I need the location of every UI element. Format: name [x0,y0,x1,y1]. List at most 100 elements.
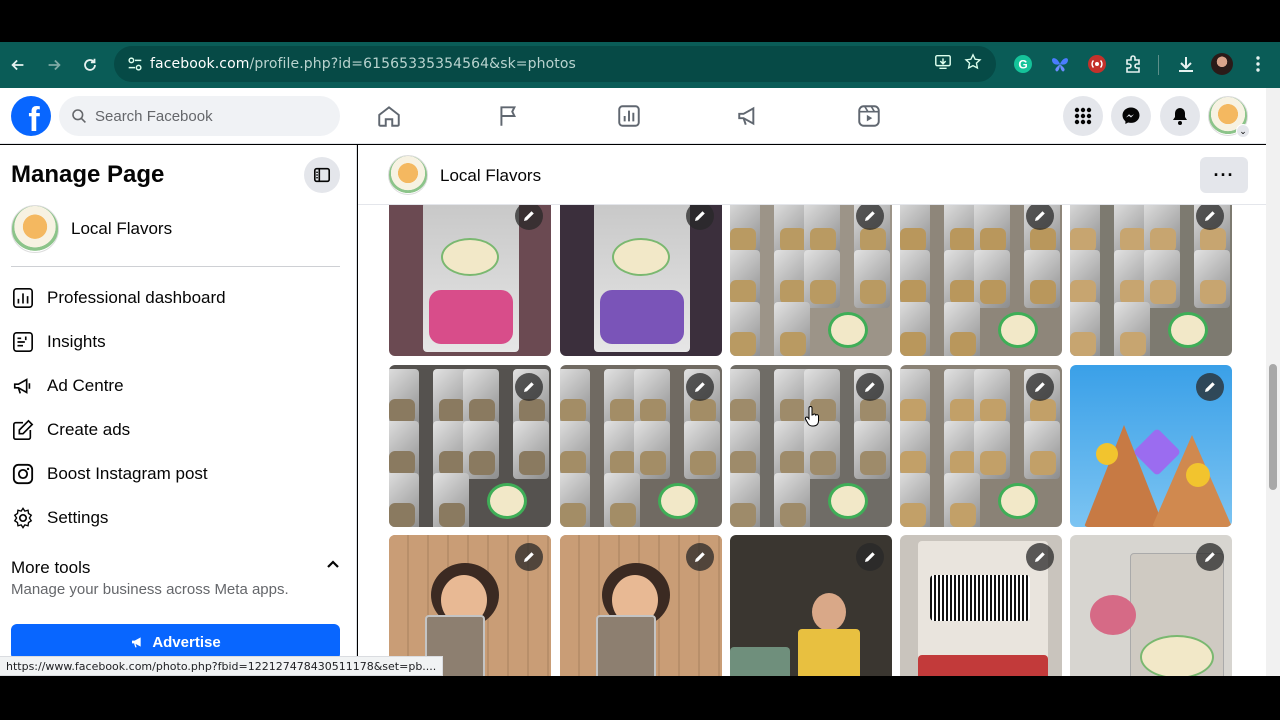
reload-button[interactable] [72,47,108,83]
sidebar-item-label: Boost Instagram post [47,464,208,483]
edit-photo-icon[interactable] [515,543,543,571]
extensions-puzzle-icon[interactable] [1119,50,1147,78]
photo-thumbnail[interactable] [1070,194,1232,356]
divider [11,266,340,267]
more-dots-icon: ··· [1213,164,1235,185]
more-tools-title: More tools [11,558,91,577]
insights-icon [11,330,35,354]
grid-icon [1074,107,1092,125]
collapse-sidebar-button[interactable] [304,157,340,193]
sidebar-item-create-ads[interactable]: Create ads [11,410,340,450]
search-input[interactable] [95,107,315,125]
profile-avatar-icon[interactable] [1208,50,1236,78]
photo-thumbnail[interactable] [560,535,722,676]
ads-megaphone-icon[interactable] [731,98,767,134]
gear-icon [11,506,35,530]
sidebar-item-settings[interactable]: Settings [11,498,340,538]
edit-photo-icon[interactable] [1196,373,1224,401]
sidebar-item-label: Professional dashboard [47,288,226,307]
sidebar-toggle-icon [313,167,331,183]
scrollbar-thumb[interactable] [1269,364,1277,490]
photo-thumbnail[interactable] [730,535,892,676]
edit-photo-icon[interactable] [1026,373,1054,401]
photo-thumbnail[interactable] [1070,365,1232,527]
page-avatar [11,205,59,253]
bookmark-star-icon[interactable] [964,52,982,76]
photo-thumbnail[interactable] [900,365,1062,527]
account-avatar[interactable]: ⌄ [1208,96,1250,138]
facebook-header: f ⌄ [0,88,1266,144]
megaphone-icon [11,374,35,398]
chrome-menu-icon[interactable] [1244,50,1272,78]
edit-photo-icon[interactable] [856,202,884,230]
chevron-up-icon[interactable] [326,558,340,577]
edit-photo-icon[interactable] [856,543,884,571]
more-tools-section[interactable]: More tools Manage your business across M… [11,558,340,598]
sidebar-item-ad-centre[interactable]: Ad Centre [11,366,340,406]
photo-thumbnail[interactable] [389,365,551,527]
pencil-square-icon [11,418,35,442]
home-nav-icon[interactable] [371,98,407,134]
photo-thumbnail[interactable] [389,535,551,676]
sidebar-page-name: Local Flavors [71,219,173,238]
photo-thumbnail[interactable] [389,194,551,356]
menu-grid-button[interactable] [1063,96,1103,136]
page-scrollbar[interactable] [1266,88,1280,676]
arrow-right-icon [48,59,61,71]
sidebar-item-insights[interactable]: Insights [11,322,340,362]
install-app-icon[interactable] [934,53,952,76]
messenger-icon [1122,107,1140,124]
address-bar[interactable]: facebook.com/profile.php?id=615653353545… [114,46,996,82]
forward-button[interactable] [36,47,72,83]
facebook-logo[interactable]: f [11,96,51,136]
svg-text:G: G [1018,58,1027,72]
photo-thumbnail[interactable] [900,194,1062,356]
sidebar-title: Manage Page [11,161,165,188]
back-button[interactable] [0,47,36,83]
dashboard-icon [11,286,35,310]
notifications-button[interactable] [1160,96,1200,136]
photo-thumbnail[interactable] [560,194,722,356]
edit-photo-icon[interactable] [686,373,714,401]
more-options-button[interactable]: ··· [1200,157,1248,193]
advertise-label: Advertise [152,633,221,651]
edit-photo-icon[interactable] [686,543,714,571]
edit-photo-icon[interactable] [515,373,543,401]
arrow-left-icon [11,59,24,71]
edit-photo-icon[interactable] [1026,202,1054,230]
butterfly-extension-icon[interactable] [1046,50,1074,78]
edit-photo-icon[interactable] [686,202,714,230]
photo-thumbnail[interactable] [560,365,722,527]
edit-photo-icon[interactable] [856,373,884,401]
grammarly-extension-icon[interactable]: G [1009,50,1037,78]
edit-photo-icon[interactable] [515,202,543,230]
browser-toolbar: facebook.com/profile.php?id=615653353545… [0,42,1280,88]
photo-thumbnail[interactable] [730,194,892,356]
photo-thumbnail[interactable] [730,365,892,527]
edit-photo-icon[interactable] [1196,543,1224,571]
edit-photo-icon[interactable] [1026,543,1054,571]
sidebar-item-boost-instagram-post[interactable]: Boost Instagram post [11,454,340,494]
reels-nav-icon[interactable] [851,98,887,134]
manage-page-sidebar: Manage Page Local Flavors Professional d… [0,145,357,676]
downloads-icon[interactable] [1172,50,1200,78]
page-name[interactable]: Local Flavors [440,166,541,186]
broadcast-extension-icon[interactable] [1083,50,1111,78]
advertise-button[interactable]: Advertise [11,624,340,660]
photo-thumbnail[interactable] [1070,535,1232,676]
edit-photo-icon[interactable] [1196,202,1224,230]
messenger-button[interactable] [1111,96,1151,136]
sidebar-page-profile[interactable]: Local Flavors [11,205,172,253]
site-settings-icon[interactable] [120,55,150,73]
photo-thumbnail[interactable] [900,535,1062,676]
search-icon [72,109,86,123]
toolbar-separator [1158,55,1159,75]
search-box[interactable] [59,96,340,136]
facebook-logo-letter: f [28,101,40,136]
url-text: facebook.com/profile.php?id=615653353545… [150,56,576,72]
page-avatar[interactable] [388,155,428,195]
pages-flag-icon[interactable] [491,98,527,134]
sidebar-item-professional-dashboard[interactable]: Professional dashboard [11,278,340,318]
insights-nav-icon[interactable] [611,98,647,134]
reload-icon [84,58,96,71]
